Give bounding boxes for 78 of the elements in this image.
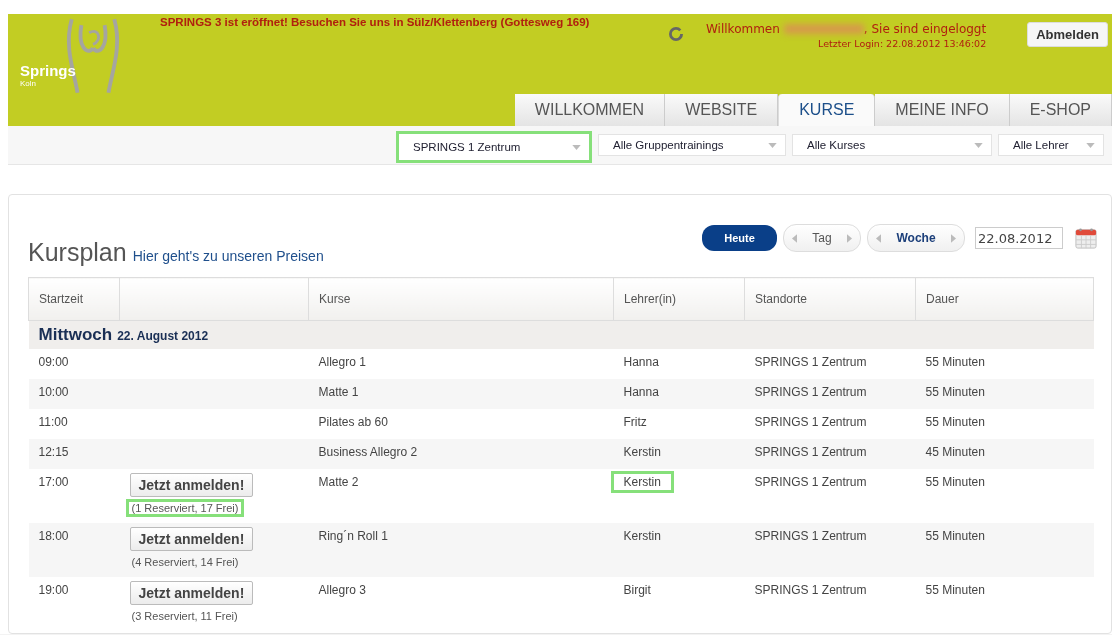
table-cell: 12:15 [28, 439, 120, 469]
login-status-text: , Sie sind eingeloggt [863, 22, 987, 36]
nav-tab[interactable]: WEBSITE [665, 94, 779, 126]
nav-tab[interactable]: WILLKOMMEN [514, 94, 666, 126]
table-cell: 55 Minuten [915, 523, 1094, 577]
table-cell: SPRINGS 1 Zentrum [744, 469, 916, 523]
caret-icon [974, 142, 983, 148]
nav-tab[interactable]: MEINE INFO [875, 94, 1010, 126]
table-cell: 45 Minuten [915, 439, 1094, 469]
column-header: Kurse [308, 277, 614, 321]
column-header: Startzeit [28, 277, 120, 321]
table-cell: Allegro 1 [308, 349, 614, 379]
next-icon[interactable] [951, 233, 956, 243]
logout-button[interactable]: Abmelden [1027, 22, 1108, 47]
table-cell: SPRINGS 1 Zentrum [744, 409, 916, 439]
table-cell: Kerstin [610, 471, 674, 493]
table-cell: 55 Minuten [915, 349, 1094, 379]
column-header: Standorte [744, 277, 916, 321]
table-cell: Ring´n Roll 1 [308, 523, 614, 577]
weekday-heading: Mittwoch [38, 325, 113, 344]
table-cell: 17:00 [28, 469, 120, 523]
table-cell-text: Kerstin [622, 444, 662, 461]
column-header: Dauer [915, 277, 1094, 321]
table-cell-text: Birgit [622, 582, 652, 599]
availability-text: (4 Reserviert, 14 Frei) [130, 555, 240, 570]
table-cell: 55 Minuten [915, 469, 1094, 523]
table-cell-text: Hanna [622, 384, 660, 401]
date-field[interactable]: 22.08.2012 [975, 227, 1063, 249]
table-cell: 55 Minuten [915, 577, 1094, 631]
filter-dropdown[interactable]: Alle Gruppentrainings [598, 134, 786, 156]
table-cell: SPRINGS 1 Zentrum [744, 577, 916, 631]
table-cell: 10:00 [28, 379, 120, 409]
filter-dropdown[interactable]: Alle Lehrer [998, 134, 1104, 156]
table-cell: SPRINGS 1 Zentrum [744, 379, 916, 409]
table-cell: 19:00 [28, 577, 120, 631]
table-cell: 55 Minuten [915, 409, 1094, 439]
next-icon[interactable] [847, 233, 852, 243]
period-switcher[interactable]: Woche [867, 224, 965, 252]
page-title: Kursplan [28, 237, 127, 267]
table-cell: 11:00 [28, 409, 120, 439]
table-cell: Business Allegro 2 [308, 439, 614, 469]
calendar-icon[interactable] [1075, 227, 1097, 249]
caret-icon [572, 144, 581, 150]
table-cell: 09:00 [28, 349, 120, 379]
column-header: Lehrer(in) [613, 277, 745, 321]
logo-city: Koln [20, 79, 37, 88]
table-cell: Matte 1 [308, 379, 614, 409]
table-cell: Pilates ab 60 [308, 409, 614, 439]
day-date: 22. August 2012 [117, 329, 209, 343]
signup-button[interactable]: Jetzt anmelden! [129, 527, 254, 551]
table-cell: 55 Minuten [915, 379, 1094, 409]
table-cell: SPRINGS 1 Zentrum [744, 439, 916, 469]
welcome-text: Willkommen [706, 22, 780, 36]
last-login-text: Letzter Login: 22.08.2012 13:46:02 [817, 38, 987, 49]
today-button[interactable]: Heute [702, 225, 777, 251]
table-cell-text: Fritz [622, 414, 648, 431]
availability-text: (1 Reserviert, 17 Frei) [125, 499, 245, 517]
table-cell-text: Kerstin [622, 528, 662, 545]
signup-button[interactable]: Jetzt anmelden! [129, 473, 254, 497]
table-cell-text: Hanna [622, 354, 660, 371]
period-switcher[interactable]: Tag [783, 224, 861, 252]
table-cell: SPRINGS 1 Zentrum [744, 523, 916, 577]
previous-icon[interactable] [876, 233, 881, 243]
previous-icon[interactable] [792, 233, 797, 243]
ring-icon [668, 26, 684, 42]
filter-dropdown[interactable]: SPRINGS 1 Zentrum [396, 131, 592, 163]
availability-text: (3 Reserviert, 11 Frei) [130, 609, 239, 624]
table-cell: 18:00 [28, 523, 120, 577]
table-cell: SPRINGS 1 Zentrum [744, 349, 916, 379]
prices-link[interactable]: Hier geht's zu unseren Preisen [132, 247, 324, 264]
caret-icon [768, 142, 777, 148]
announcement-text: SPRINGS 3 ist eröffnet! Besuchen Sie uns in Sülz/Klettenberg (Gottesweg 169) [160, 16, 590, 28]
filter-dropdown[interactable]: Alle Kurses [792, 134, 992, 156]
table-cell: Allegro 3 [308, 577, 614, 631]
caret-icon [1086, 142, 1095, 148]
nav-tab[interactable]: KURSE [778, 94, 876, 126]
nav-tab[interactable]: E-SHOP [1009, 94, 1112, 126]
signup-button[interactable]: Jetzt anmelden! [129, 581, 254, 605]
